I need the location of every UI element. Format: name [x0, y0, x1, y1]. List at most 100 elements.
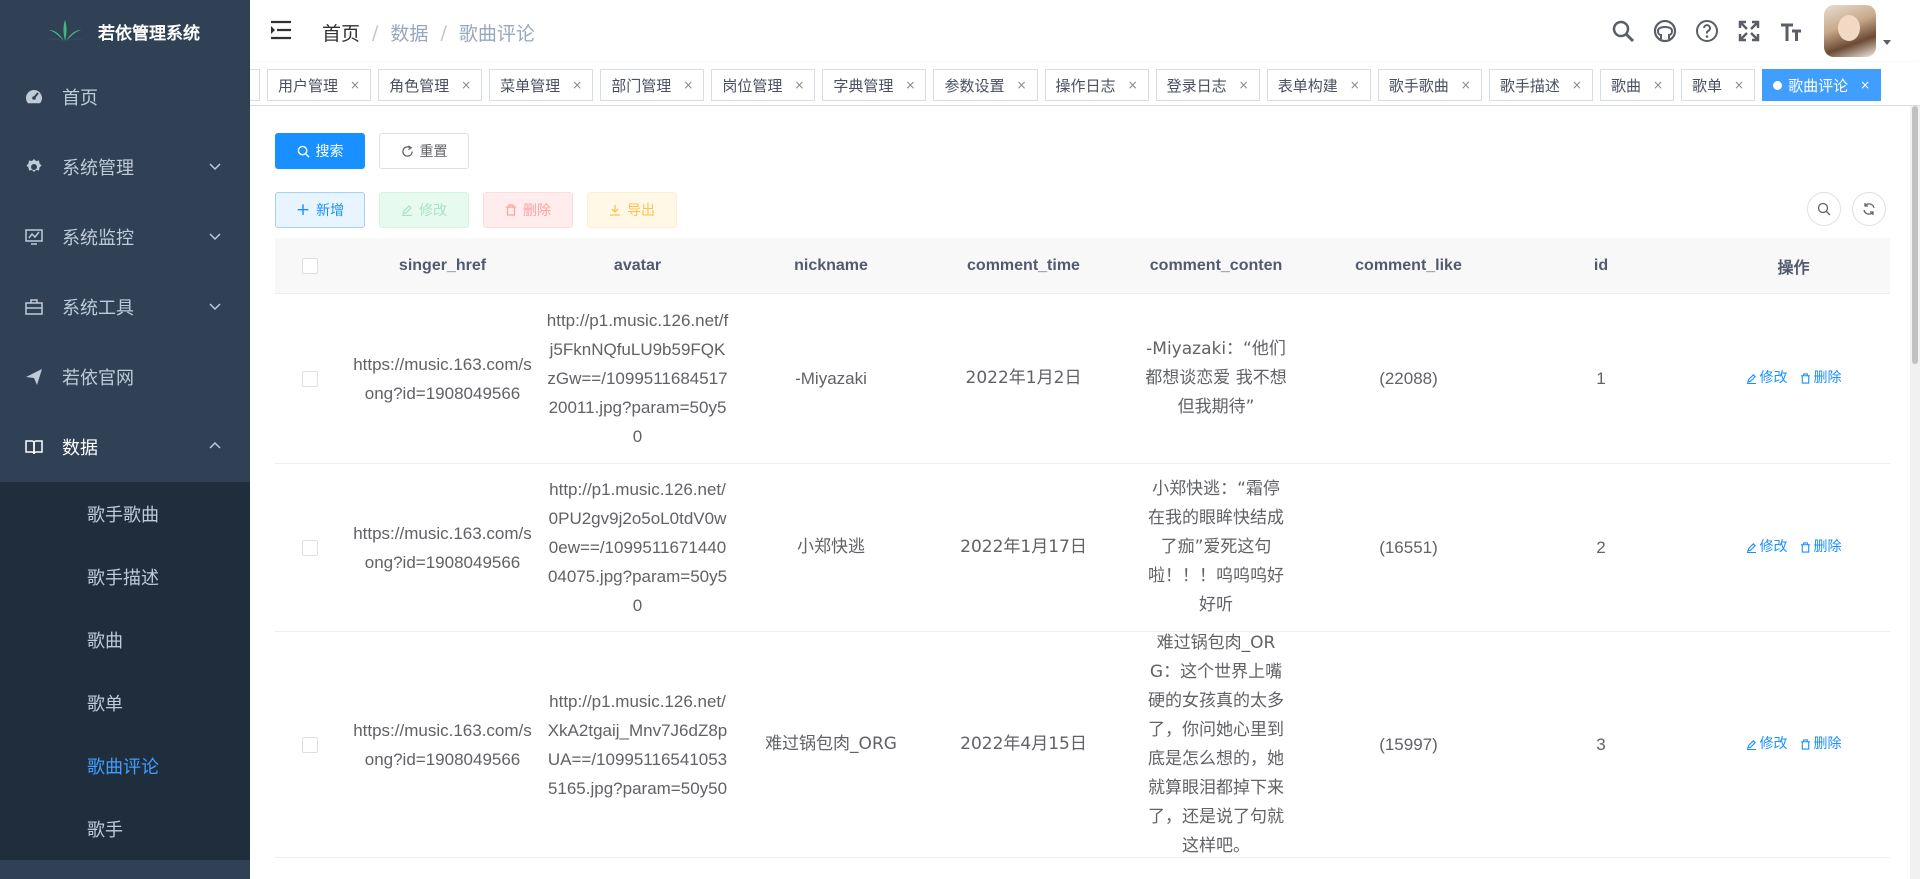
column-header[interactable]: comment_conten	[1120, 257, 1312, 275]
sidebar-item-system[interactable]: 系统管理	[0, 132, 250, 202]
close-icon[interactable]: ×	[1653, 78, 1663, 92]
tag-songs[interactable]: 歌曲 ×	[1599, 69, 1675, 101]
tag-label: 歌曲评论	[1788, 76, 1849, 95]
edit-button[interactable]: 修改	[379, 192, 469, 228]
tag-menu-management[interactable]: 菜单管理 ×	[489, 69, 594, 101]
sidebar-item-singer-songs[interactable]: 歌手歌曲	[0, 482, 250, 545]
tag-user-management[interactable]: 用户管理 ×	[267, 69, 372, 101]
column-header[interactable]: comment_like	[1312, 257, 1505, 275]
page-scrollbar[interactable]	[1910, 106, 1920, 879]
tag-playlists[interactable]: 歌单 ×	[1681, 69, 1756, 101]
tag-form-build[interactable]: 表单构建 ×	[1266, 69, 1371, 101]
export-button[interactable]: 导出	[587, 192, 677, 228]
logo[interactable]: 若依管理系统	[0, 0, 250, 62]
close-icon[interactable]: ×	[1860, 78, 1870, 92]
add-button[interactable]: + 新增	[275, 192, 365, 228]
sidebar-item-monitor[interactable]: 系统监控	[0, 202, 250, 272]
tag-partial	[250, 69, 260, 101]
export-button-label: 导出	[627, 203, 655, 219]
tag-label: 登录日志	[1166, 76, 1227, 95]
row-checkbox[interactable]	[302, 539, 318, 556]
close-icon[interactable]: ×	[572, 78, 582, 92]
row-edit-button[interactable]: 修改	[1746, 364, 1788, 393]
column-header[interactable]: nickname	[735, 257, 927, 275]
row-delete-button[interactable]: 删除	[1800, 364, 1842, 393]
column-header[interactable]: id	[1505, 257, 1697, 275]
refresh-table-button[interactable]	[1852, 192, 1886, 226]
tag-song-comments[interactable]: 歌曲评论 ×	[1762, 69, 1882, 101]
close-icon[interactable]: ×	[461, 78, 471, 92]
sidebar-item-song-comments[interactable]: 歌曲评论	[0, 734, 250, 797]
column-header[interactable]: comment_time	[927, 257, 1120, 275]
search-button[interactable]: 搜索	[275, 133, 365, 169]
row-edit-button[interactable]: 修改	[1746, 730, 1788, 759]
sidebar-item-website[interactable]: 若依官网	[0, 342, 250, 412]
select-all-checkbox[interactable]	[302, 257, 318, 274]
sidebar-item-playlists[interactable]: 歌单	[0, 671, 250, 734]
close-icon[interactable]: ×	[1461, 78, 1471, 92]
cell-comment-like: (16551)	[1379, 538, 1438, 557]
row-edit-label: 修改	[1759, 539, 1788, 555]
breadcrumb-separator: /	[440, 21, 447, 44]
row-edit-button[interactable]: 修改	[1746, 533, 1788, 562]
search-icon[interactable]	[1610, 18, 1636, 44]
close-icon[interactable]: ×	[1016, 78, 1026, 92]
table-header: singer_href avatar nickname comment_time…	[275, 238, 1890, 294]
row-checkbox[interactable]	[302, 736, 318, 753]
sidebar-item-data[interactable]: 数据	[0, 412, 250, 482]
column-header[interactable]: avatar	[540, 257, 735, 275]
tag-post-management[interactable]: 岗位管理 ×	[711, 69, 816, 101]
trash-icon	[1800, 542, 1810, 553]
table-row[interactable]: https://music.163.com/song?id=1908049566…	[275, 632, 1890, 858]
question-icon[interactable]	[1694, 18, 1720, 44]
row-checkbox[interactable]	[302, 370, 318, 387]
row-delete-button[interactable]: 删除	[1800, 730, 1842, 759]
delete-button[interactable]: 删除	[483, 192, 573, 228]
close-icon[interactable]: ×	[1572, 78, 1582, 92]
table-row[interactable]: https://music.163.com/song?id=1908049566…	[275, 294, 1890, 464]
close-icon[interactable]: ×	[683, 78, 693, 92]
scrollbar-thumb[interactable]	[1912, 106, 1918, 364]
avatar[interactable]	[1824, 5, 1876, 57]
tag-dict-management[interactable]: 字典管理 ×	[822, 69, 927, 101]
caret-down-icon[interactable]	[1882, 37, 1892, 47]
sidebar-item-singer-desc[interactable]: 歌手描述	[0, 545, 250, 608]
cell-nickname: 小郑快逃	[797, 537, 865, 557]
tag-label: 岗位管理	[722, 76, 783, 95]
font-size-icon[interactable]	[1778, 18, 1804, 44]
github-icon[interactable]	[1652, 18, 1678, 44]
tag-role-management[interactable]: 角色管理 ×	[378, 69, 483, 101]
fullscreen-icon[interactable]	[1736, 18, 1762, 44]
sidebar-item-singers[interactable]: 歌手	[0, 797, 250, 860]
close-icon[interactable]: ×	[1734, 78, 1744, 92]
table-row[interactable]: https://music.163.com/song?id=1908049566…	[275, 464, 1890, 632]
close-icon[interactable]: ×	[1350, 78, 1360, 92]
row-delete-button[interactable]: 删除	[1800, 533, 1842, 562]
sidebar-item-home[interactable]: 首页	[0, 62, 250, 132]
cell-id: 3	[1596, 735, 1606, 754]
tag-label: 角色管理	[389, 76, 450, 95]
close-icon[interactable]: ×	[794, 78, 804, 92]
breadcrumb: 首页 / 数据 / 歌曲评论	[322, 19, 535, 46]
tag-config[interactable]: 参数设置 ×	[933, 69, 1038, 101]
close-icon[interactable]: ×	[1128, 78, 1138, 92]
tag-dept-management[interactable]: 部门管理 ×	[600, 69, 705, 101]
close-icon[interactable]: ×	[1239, 78, 1249, 92]
reset-button[interactable]: 重置	[379, 133, 469, 169]
breadcrumb-home[interactable]: 首页	[322, 19, 360, 46]
tag-label: 歌手歌曲	[1388, 76, 1449, 95]
tag-operlog[interactable]: 操作日志 ×	[1044, 69, 1149, 101]
tag-logininfor[interactable]: 登录日志 ×	[1155, 69, 1260, 101]
tag-singer-desc[interactable]: 歌手描述 ×	[1488, 69, 1593, 101]
chevron-down-icon	[209, 163, 221, 171]
hamburger-icon[interactable]	[270, 20, 292, 40]
sidebar-item-tools[interactable]: 系统工具	[0, 272, 250, 342]
close-icon[interactable]: ×	[905, 78, 915, 92]
close-icon[interactable]: ×	[350, 78, 360, 92]
toggle-search-button[interactable]	[1807, 192, 1841, 226]
tag-singer-songs[interactable]: 歌手歌曲 ×	[1377, 69, 1482, 101]
column-header[interactable]: singer_href	[345, 257, 540, 275]
breadcrumb-data: 数据	[390, 23, 429, 45]
logo-icon	[46, 20, 84, 41]
sidebar-item-songs[interactable]: 歌曲	[0, 608, 250, 671]
